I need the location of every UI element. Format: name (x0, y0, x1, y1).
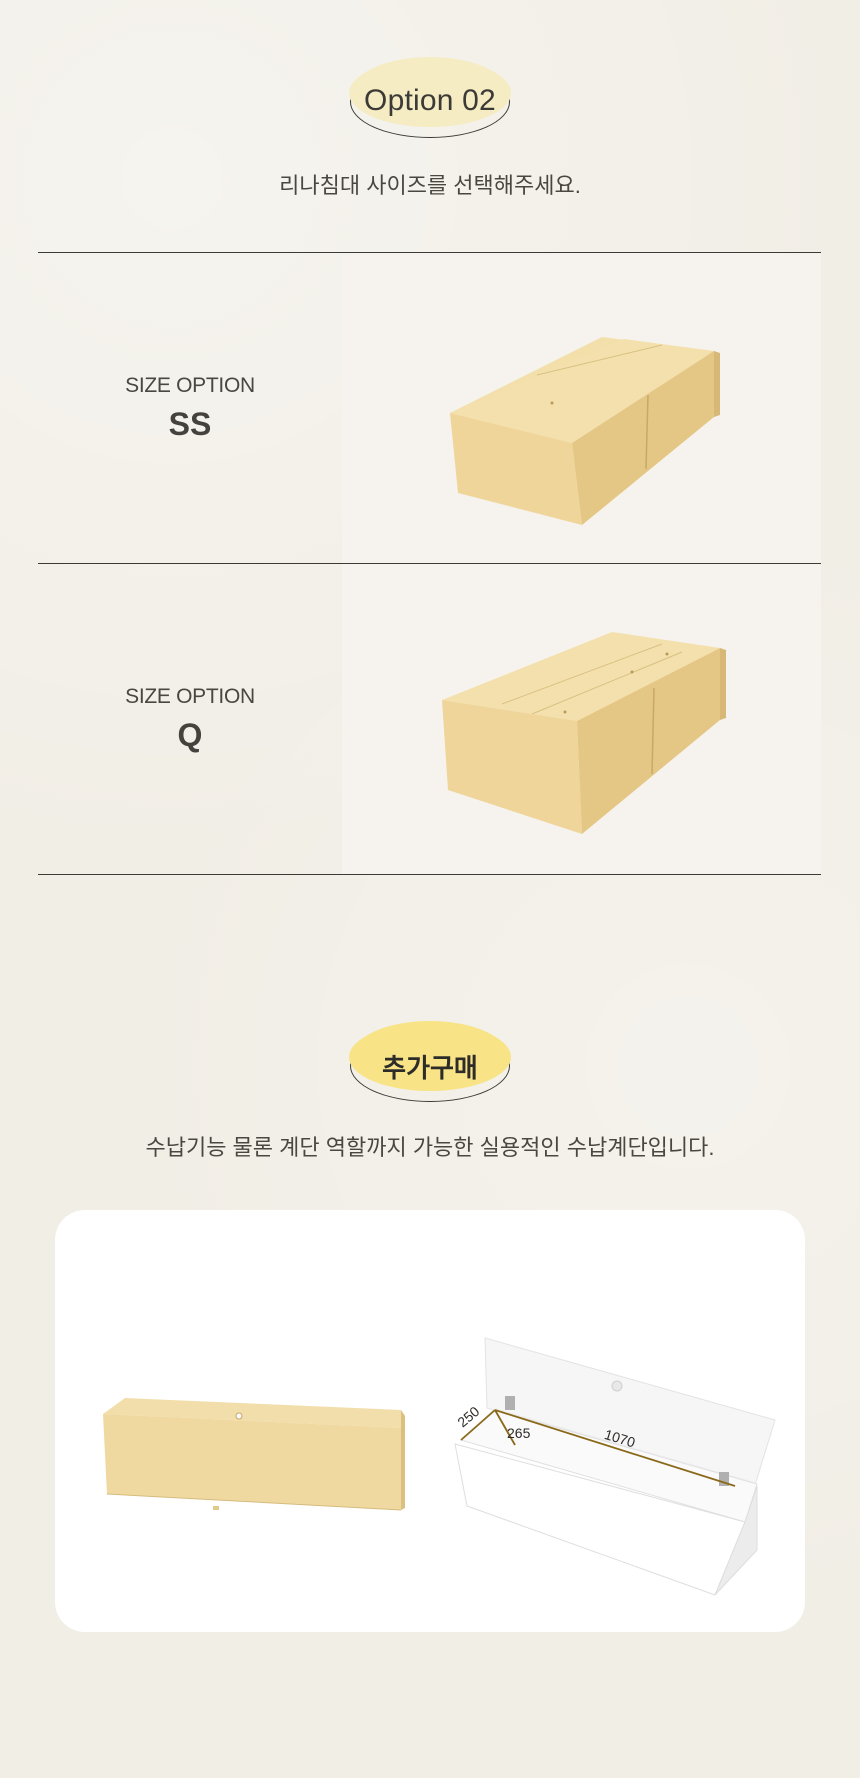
extra-subtitle: 수납기능 물론 계단 역할까지 가능한 실용적인 수납계단입니다. (145, 1135, 715, 1160)
bed-frame-ss-illustration (450, 337, 720, 525)
bed-frame-image-ss (342, 253, 821, 563)
option-subtitle: 리나침대 사이즈를 선택해주세요. (279, 173, 581, 198)
extra-purchase-badge-label: 추가구매 (382, 1052, 478, 1083)
size-option-label-col: SIZE OPTION Q (38, 564, 342, 874)
divider (38, 874, 821, 875)
storage-step-illustration: 250 265 1070 (103, 1337, 776, 1596)
size-option-row-q[interactable]: SIZE OPTION Q (38, 564, 821, 874)
storage-step-closed-image (103, 1398, 405, 1511)
extra-purchase-badge: 추가구매 (349, 1021, 511, 1102)
option-badge-label: Option 02 (364, 84, 496, 117)
option-badge: Option 02 (349, 57, 511, 138)
storage-step-open-image: 250 265 1070 (454, 1337, 776, 1596)
dimension-depth: 265 (507, 1425, 531, 1441)
size-option-label: SIZE OPTION (125, 684, 255, 708)
page: Option 02 리나침대 사이즈를 선택해주세요. SIZE OPTION … (0, 0, 860, 1778)
size-option-value: Q (177, 716, 203, 753)
size-option-row-ss[interactable]: SIZE OPTION SS (38, 253, 821, 563)
size-option-label: SIZE OPTION (125, 373, 255, 397)
bed-frame-q-illustration (442, 632, 726, 834)
bed-frame-image-q (342, 564, 821, 874)
storage-step-card: 250 265 1070 (55, 1210, 805, 1632)
size-option-label-col: SIZE OPTION SS (38, 253, 342, 563)
size-option-value: SS (168, 405, 212, 442)
